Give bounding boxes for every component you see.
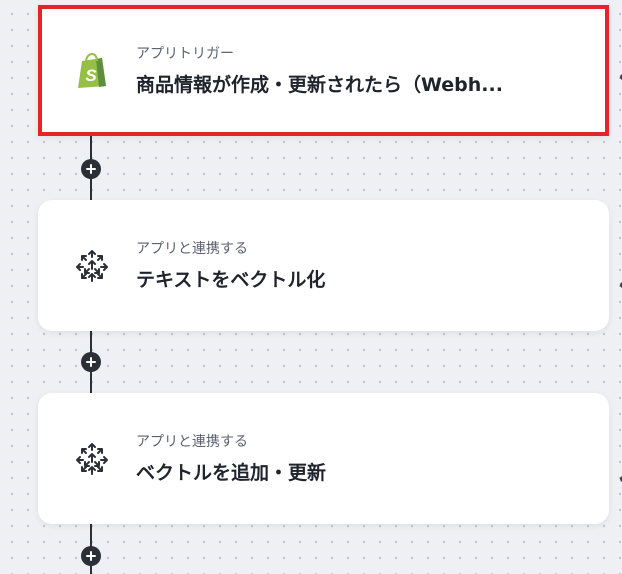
step-type-label: アプリトリガー bbox=[136, 45, 234, 62]
svg-text:S: S bbox=[85, 66, 97, 85]
pinecone-icon bbox=[72, 246, 112, 286]
add-step-button[interactable] bbox=[81, 546, 101, 566]
step-title: テキストをベクトル化 bbox=[136, 268, 326, 291]
shopify-icon: S bbox=[72, 51, 112, 91]
add-step-button[interactable] bbox=[81, 352, 101, 372]
add-step-button[interactable] bbox=[81, 159, 101, 179]
plus-icon bbox=[86, 164, 96, 174]
action-step-card[interactable]: アプリと連携する テキストをベクトル化 bbox=[38, 200, 609, 331]
plus-icon bbox=[86, 551, 96, 561]
step-title: ベクトルを追加・更新 bbox=[136, 461, 327, 484]
pinecone-icon bbox=[72, 439, 112, 479]
plus-icon bbox=[86, 357, 96, 367]
trigger-step-card[interactable]: S アプリトリガー 商品情報が作成・更新されたら（Webh... bbox=[38, 5, 609, 136]
step-title: 商品情報が作成・更新されたら（Webh... bbox=[136, 73, 503, 96]
step-type-label: アプリと連携する bbox=[136, 433, 248, 450]
step-type-label: アプリと連携する bbox=[136, 240, 248, 257]
action-step-card[interactable]: アプリと連携する ベクトルを追加・更新 bbox=[38, 393, 609, 524]
